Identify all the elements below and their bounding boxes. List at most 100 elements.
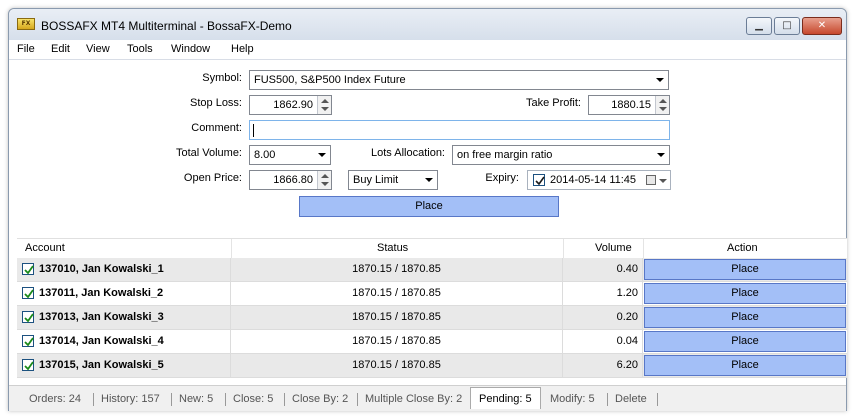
lots-allocation-label: Lots Allocation: (371, 147, 445, 159)
status-cell: 1870.15 / 1870.85 (231, 354, 563, 377)
volume-cell[interactable]: 0.20 (563, 306, 643, 329)
take-profit-stepper[interactable]: 1880.15 (588, 95, 670, 115)
table-row[interactable]: 137010, Jan Kowalski_1 1870.15 / 1870.85… (17, 258, 847, 282)
menu-file[interactable]: File (17, 43, 35, 55)
arrow-up-icon (659, 99, 667, 103)
spin-buttons[interactable] (655, 96, 669, 114)
stop-loss-value: 1862.90 (273, 99, 313, 111)
tab-divider (284, 393, 285, 406)
volume-cell[interactable]: 1.20 (563, 282, 643, 305)
comment-input[interactable] (249, 120, 670, 140)
status-cell: 1870.15 / 1870.85 (231, 282, 563, 305)
volume-cell[interactable]: 6.20 (563, 354, 643, 377)
volume-cell[interactable]: 0.40 (563, 258, 643, 281)
status-cell: 1870.15 / 1870.85 (231, 306, 563, 329)
table-row[interactable]: 137013, Jan Kowalski_3 1870.15 / 1870.85… (17, 306, 847, 330)
column-volume[interactable]: Volume (595, 242, 632, 254)
expiry-datepicker[interactable]: 2014-05-14 11:45 (527, 170, 671, 190)
row-place-button[interactable]: Place (644, 355, 846, 376)
column-status[interactable]: Status (377, 242, 408, 254)
close-button[interactable]: ✕ (802, 17, 842, 35)
row-place-button[interactable]: Place (644, 259, 846, 280)
table-row[interactable]: 137014, Jan Kowalski_4 1870.15 / 1870.85… (17, 330, 847, 354)
symbol-value: FUS500, S&P500 Index Future (254, 74, 406, 86)
menu-bar: File Edit View Tools Window Help (9, 40, 846, 60)
order-type-select[interactable]: Buy Limit (348, 170, 438, 190)
tab-close[interactable]: Close: 5 (233, 391, 273, 409)
title-bar[interactable]: FX BOSSAFX MT4 Multiterminal - BossaFX-D… (9, 9, 846, 40)
window-title: BOSSAFX MT4 Multiterminal - BossaFX-Demo (41, 19, 292, 33)
column-account[interactable]: Account (25, 242, 65, 254)
tab-history[interactable]: History: 157 (101, 391, 160, 409)
place-button[interactable]: Place (299, 196, 559, 217)
menu-edit[interactable]: Edit (51, 43, 70, 55)
tab-pending[interactable]: Pending: 5 (470, 387, 541, 409)
table-row[interactable]: 137011, Jan Kowalski_2 1870.15 / 1870.85… (17, 282, 847, 306)
lots-allocation-value: on free margin ratio (457, 149, 553, 161)
tab-divider (657, 393, 658, 406)
column-divider[interactable] (563, 239, 564, 259)
symbol-label: Symbol: (202, 72, 242, 84)
column-divider[interactable] (231, 239, 232, 259)
volume-cell[interactable]: 0.04 (563, 330, 643, 353)
order-form: Symbol: FUS500, S&P500 Index Future Stop… (9, 61, 846, 231)
account-cell: 137011, Jan Kowalski_2 (17, 282, 231, 305)
expiry-checkbox[interactable] (533, 174, 545, 186)
status-cell: 1870.15 / 1870.85 (231, 258, 563, 281)
open-price-value: 1866.80 (273, 174, 313, 186)
arrow-up-icon (321, 99, 329, 103)
tab-divider (93, 393, 94, 406)
tab-close-by[interactable]: Close By: 2 (292, 391, 348, 409)
minimize-button[interactable]: ▁ (746, 17, 772, 35)
row-place-button[interactable]: Place (644, 331, 846, 352)
table-row[interactable]: 137015, Jan Kowalski_5 1870.15 / 1870.85… (17, 354, 847, 378)
arrow-down-icon (321, 107, 329, 111)
account-cell: 137014, Jan Kowalski_4 (17, 330, 231, 353)
tab-divider (225, 393, 226, 406)
account-cell: 137013, Jan Kowalski_3 (17, 306, 231, 329)
tab-divider (607, 393, 608, 406)
tab-modify[interactable]: Modify: 5 (550, 391, 595, 409)
open-price-label: Open Price: (183, 172, 242, 184)
take-profit-value: 1880.15 (611, 99, 651, 111)
chevron-down-icon (318, 153, 326, 157)
maximize-button[interactable]: □ (774, 17, 800, 35)
tab-orders[interactable]: Orders: 24 (29, 391, 81, 409)
take-profit-label: Take Profit: (525, 97, 581, 109)
lots-allocation-select[interactable]: on free margin ratio (452, 145, 670, 165)
status-cell: 1870.15 / 1870.85 (231, 330, 563, 353)
menu-window[interactable]: Window (171, 43, 210, 55)
menu-help[interactable]: Help (231, 43, 254, 55)
menu-view[interactable]: View (86, 43, 110, 55)
chevron-down-icon (425, 178, 433, 182)
symbol-select[interactable]: FUS500, S&P500 Index Future (249, 70, 669, 90)
tab-delete[interactable]: Delete (615, 391, 647, 409)
tab-divider (171, 393, 172, 406)
open-price-stepper[interactable]: 1866.80 (249, 170, 332, 190)
arrow-up-icon (321, 174, 329, 178)
spin-buttons[interactable] (317, 171, 331, 189)
arrow-down-icon (659, 107, 667, 111)
tab-divider (357, 393, 358, 406)
stop-loss-label: Stop Loss: (190, 97, 242, 109)
column-action[interactable]: Action (727, 242, 758, 254)
total-volume-select[interactable]: 8.00 (249, 145, 331, 165)
stop-loss-stepper[interactable]: 1862.90 (249, 95, 332, 115)
row-place-button[interactable]: Place (644, 307, 846, 328)
main-window: FX BOSSAFX MT4 Multiterminal - BossaFX-D… (8, 8, 847, 411)
tab-new[interactable]: New: 5 (179, 391, 213, 409)
account-cell: 137010, Jan Kowalski_1 (17, 258, 231, 281)
account-cell: 137015, Jan Kowalski_5 (17, 354, 231, 377)
chevron-down-icon (656, 78, 664, 82)
menu-tools[interactable]: Tools (127, 43, 153, 55)
expiry-value: 2014-05-14 11:45 (550, 174, 637, 186)
chevron-down-icon[interactable] (659, 179, 667, 183)
text-caret (253, 124, 254, 137)
spin-buttons[interactable] (317, 96, 331, 114)
tab-multiple-close-by[interactable]: Multiple Close By: 2 (365, 391, 462, 409)
order-type-value: Buy Limit (353, 174, 399, 186)
row-place-button[interactable]: Place (644, 283, 846, 304)
calendar-icon[interactable] (646, 175, 656, 185)
app-icon: FX (17, 18, 35, 30)
column-divider[interactable] (643, 239, 644, 259)
